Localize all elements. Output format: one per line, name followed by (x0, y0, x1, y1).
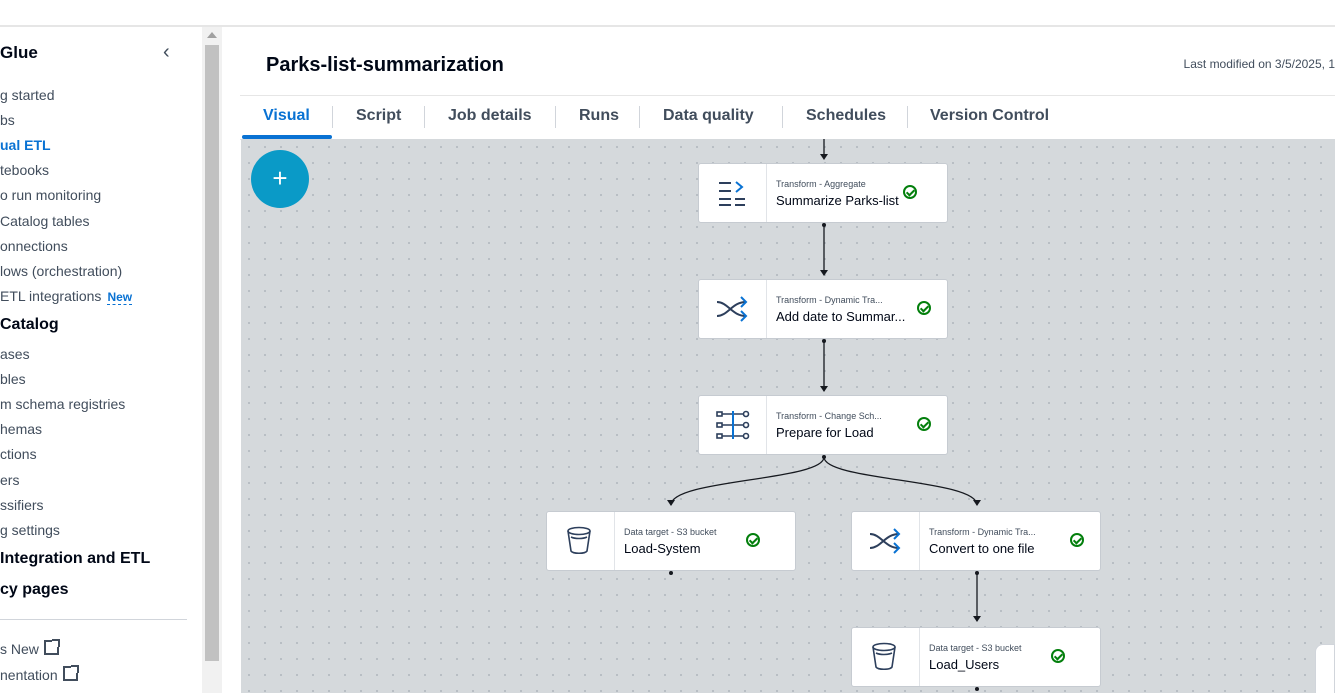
scroll-up-arrow-icon[interactable] (207, 32, 217, 38)
sidebar-item-catalog-tables[interactable]: Catalog tables (0, 213, 90, 229)
top-bar (0, 0, 1335, 27)
node-icon-box (852, 628, 920, 686)
tab-separator (907, 106, 908, 128)
node-name-label: Prepare for Load (776, 425, 874, 440)
sidebar-scrollbar[interactable] (202, 27, 222, 693)
new-badge: New (107, 290, 133, 305)
node-icon-box (699, 280, 767, 338)
sidebar-item-getting-started[interactable]: g started (0, 87, 54, 103)
sidebar-link-label: s New (0, 641, 39, 657)
tab-script[interactable]: Script (356, 107, 401, 125)
sidebar: Glue ‹ g started bs ual ETL tebooks o ru… (0, 27, 201, 693)
sidebar-item-zero-etl-integrations[interactable]: ETL integrations New (0, 288, 133, 305)
node-convert-to-one-file[interactable]: Transform - Dynamic Tra... Convert to on… (851, 511, 1101, 571)
sidebar-item-jobs[interactable]: bs (0, 112, 15, 128)
success-check-icon (903, 185, 917, 199)
external-link-icon (43, 639, 60, 655)
sidebar-section-data-catalog[interactable]: Catalog (0, 316, 59, 334)
node-add-date[interactable]: Transform - Dynamic Tra... Add date to S… (698, 279, 948, 339)
node-type-label: Transform - Change Sch... (776, 411, 882, 421)
node-name-label: Load_Users (929, 657, 1000, 672)
success-check-icon (917, 417, 931, 431)
node-load-system[interactable]: Data target - S3 bucket Load-System (546, 511, 796, 571)
node-summarize-parks-list[interactable]: Transform - Aggregate Summarize Parks-li… (698, 163, 948, 223)
success-check-icon (746, 533, 760, 547)
sidebar-link-whats-new[interactable]: s New (0, 639, 60, 657)
node-icon-box (699, 396, 767, 454)
node-name-label: Load-System (624, 541, 701, 556)
sidebar-item-connections[interactable]: onnections (0, 238, 68, 254)
scrollbar-thumb[interactable] (205, 45, 219, 661)
node-type-label: Data target - S3 bucket (929, 643, 1022, 653)
tab-separator (639, 106, 640, 128)
node-icon-box (547, 512, 615, 570)
node-load-users[interactable]: Data target - S3 bucket Load_Users (851, 627, 1101, 687)
tab-separator (782, 106, 783, 128)
tab-runs[interactable]: Runs (579, 107, 619, 125)
tab-bar: Visual Script Job details Runs Data qual… (240, 95, 1335, 140)
sidebar-item-catalog-settings[interactable]: g settings (0, 522, 60, 538)
sidebar-item-stream-schema-registries[interactable]: m schema registries (0, 396, 125, 412)
sidebar-item-notebooks[interactable]: tebooks (0, 162, 49, 178)
sidebar-header: Glue (0, 43, 38, 62)
bucket-icon (567, 526, 591, 555)
tab-data-quality[interactable]: Data quality (663, 107, 754, 125)
sidebar-divider (0, 619, 187, 620)
last-modified: Last modified on 3/5/2025, 1 (1183, 57, 1335, 71)
node-name-label: Summarize Parks-list (776, 193, 899, 208)
shuffle-icon (869, 528, 901, 554)
sidebar-item-label: ETL integrations (0, 288, 102, 304)
sidebar-section-legacy-pages[interactable]: cy pages (0, 581, 68, 599)
bucket-icon (872, 642, 896, 671)
sidebar-link-label: nentation (0, 667, 58, 683)
node-icon-box (852, 512, 920, 570)
visual-canvas[interactable]: + Transform - Aggregate Summarize Parks-… (241, 139, 1335, 693)
success-check-icon (917, 301, 931, 315)
tab-schedules[interactable]: Schedules (806, 107, 886, 125)
sidebar-item-connections-catalog[interactable]: ctions (0, 446, 37, 462)
node-type-label: Transform - Dynamic Tra... (776, 295, 883, 305)
add-node-button[interactable]: + (251, 150, 309, 208)
tab-version-control[interactable]: Version Control (930, 107, 1049, 125)
shuffle-icon (716, 296, 748, 322)
sidebar-item-job-run-monitoring[interactable]: o run monitoring (0, 187, 101, 203)
node-type-label: Data target - S3 bucket (624, 527, 717, 537)
main-content: Parks-list-summarization Last modified o… (222, 27, 1335, 693)
page-title: Parks-list-summarization (266, 54, 504, 76)
tab-visual[interactable]: Visual (263, 107, 310, 125)
collapse-sidebar-icon[interactable]: ‹ (163, 41, 170, 64)
node-type-label: Transform - Dynamic Tra... (929, 527, 1036, 537)
sidebar-item-databases[interactable]: ases (0, 346, 30, 362)
sidebar-link-documentation[interactable]: nentation (0, 665, 79, 683)
external-link-icon (62, 665, 79, 681)
node-icon-box (699, 164, 767, 222)
aggregate-icon (719, 181, 745, 206)
sidebar-item-crawlers[interactable]: ers (0, 472, 19, 488)
side-panel-handle[interactable] (1315, 644, 1335, 693)
sidebar-item-schemas[interactable]: hemas (0, 421, 42, 437)
node-name-label: Add date to Summar... (776, 309, 906, 324)
schema-icon (716, 410, 750, 440)
sidebar-item-visual-etl[interactable]: ual ETL (0, 137, 51, 153)
node-prepare-for-load[interactable]: Transform - Change Sch... Prepare for Lo… (698, 395, 948, 455)
node-name-label: Convert to one file (929, 541, 1035, 556)
tab-separator (555, 106, 556, 128)
success-check-icon (1070, 533, 1084, 547)
success-check-icon (1051, 649, 1065, 663)
node-type-label: Transform - Aggregate (776, 179, 866, 189)
tab-separator (332, 106, 333, 128)
tab-separator (424, 106, 425, 128)
sidebar-item-classifiers[interactable]: ssifiers (0, 497, 44, 513)
sidebar-section-integration-etl[interactable]: Integration and ETL (0, 550, 150, 568)
tab-job-details[interactable]: Job details (448, 107, 532, 125)
sidebar-item-tables[interactable]: bles (0, 371, 26, 387)
sidebar-item-workflows[interactable]: lows (orchestration) (0, 263, 122, 279)
